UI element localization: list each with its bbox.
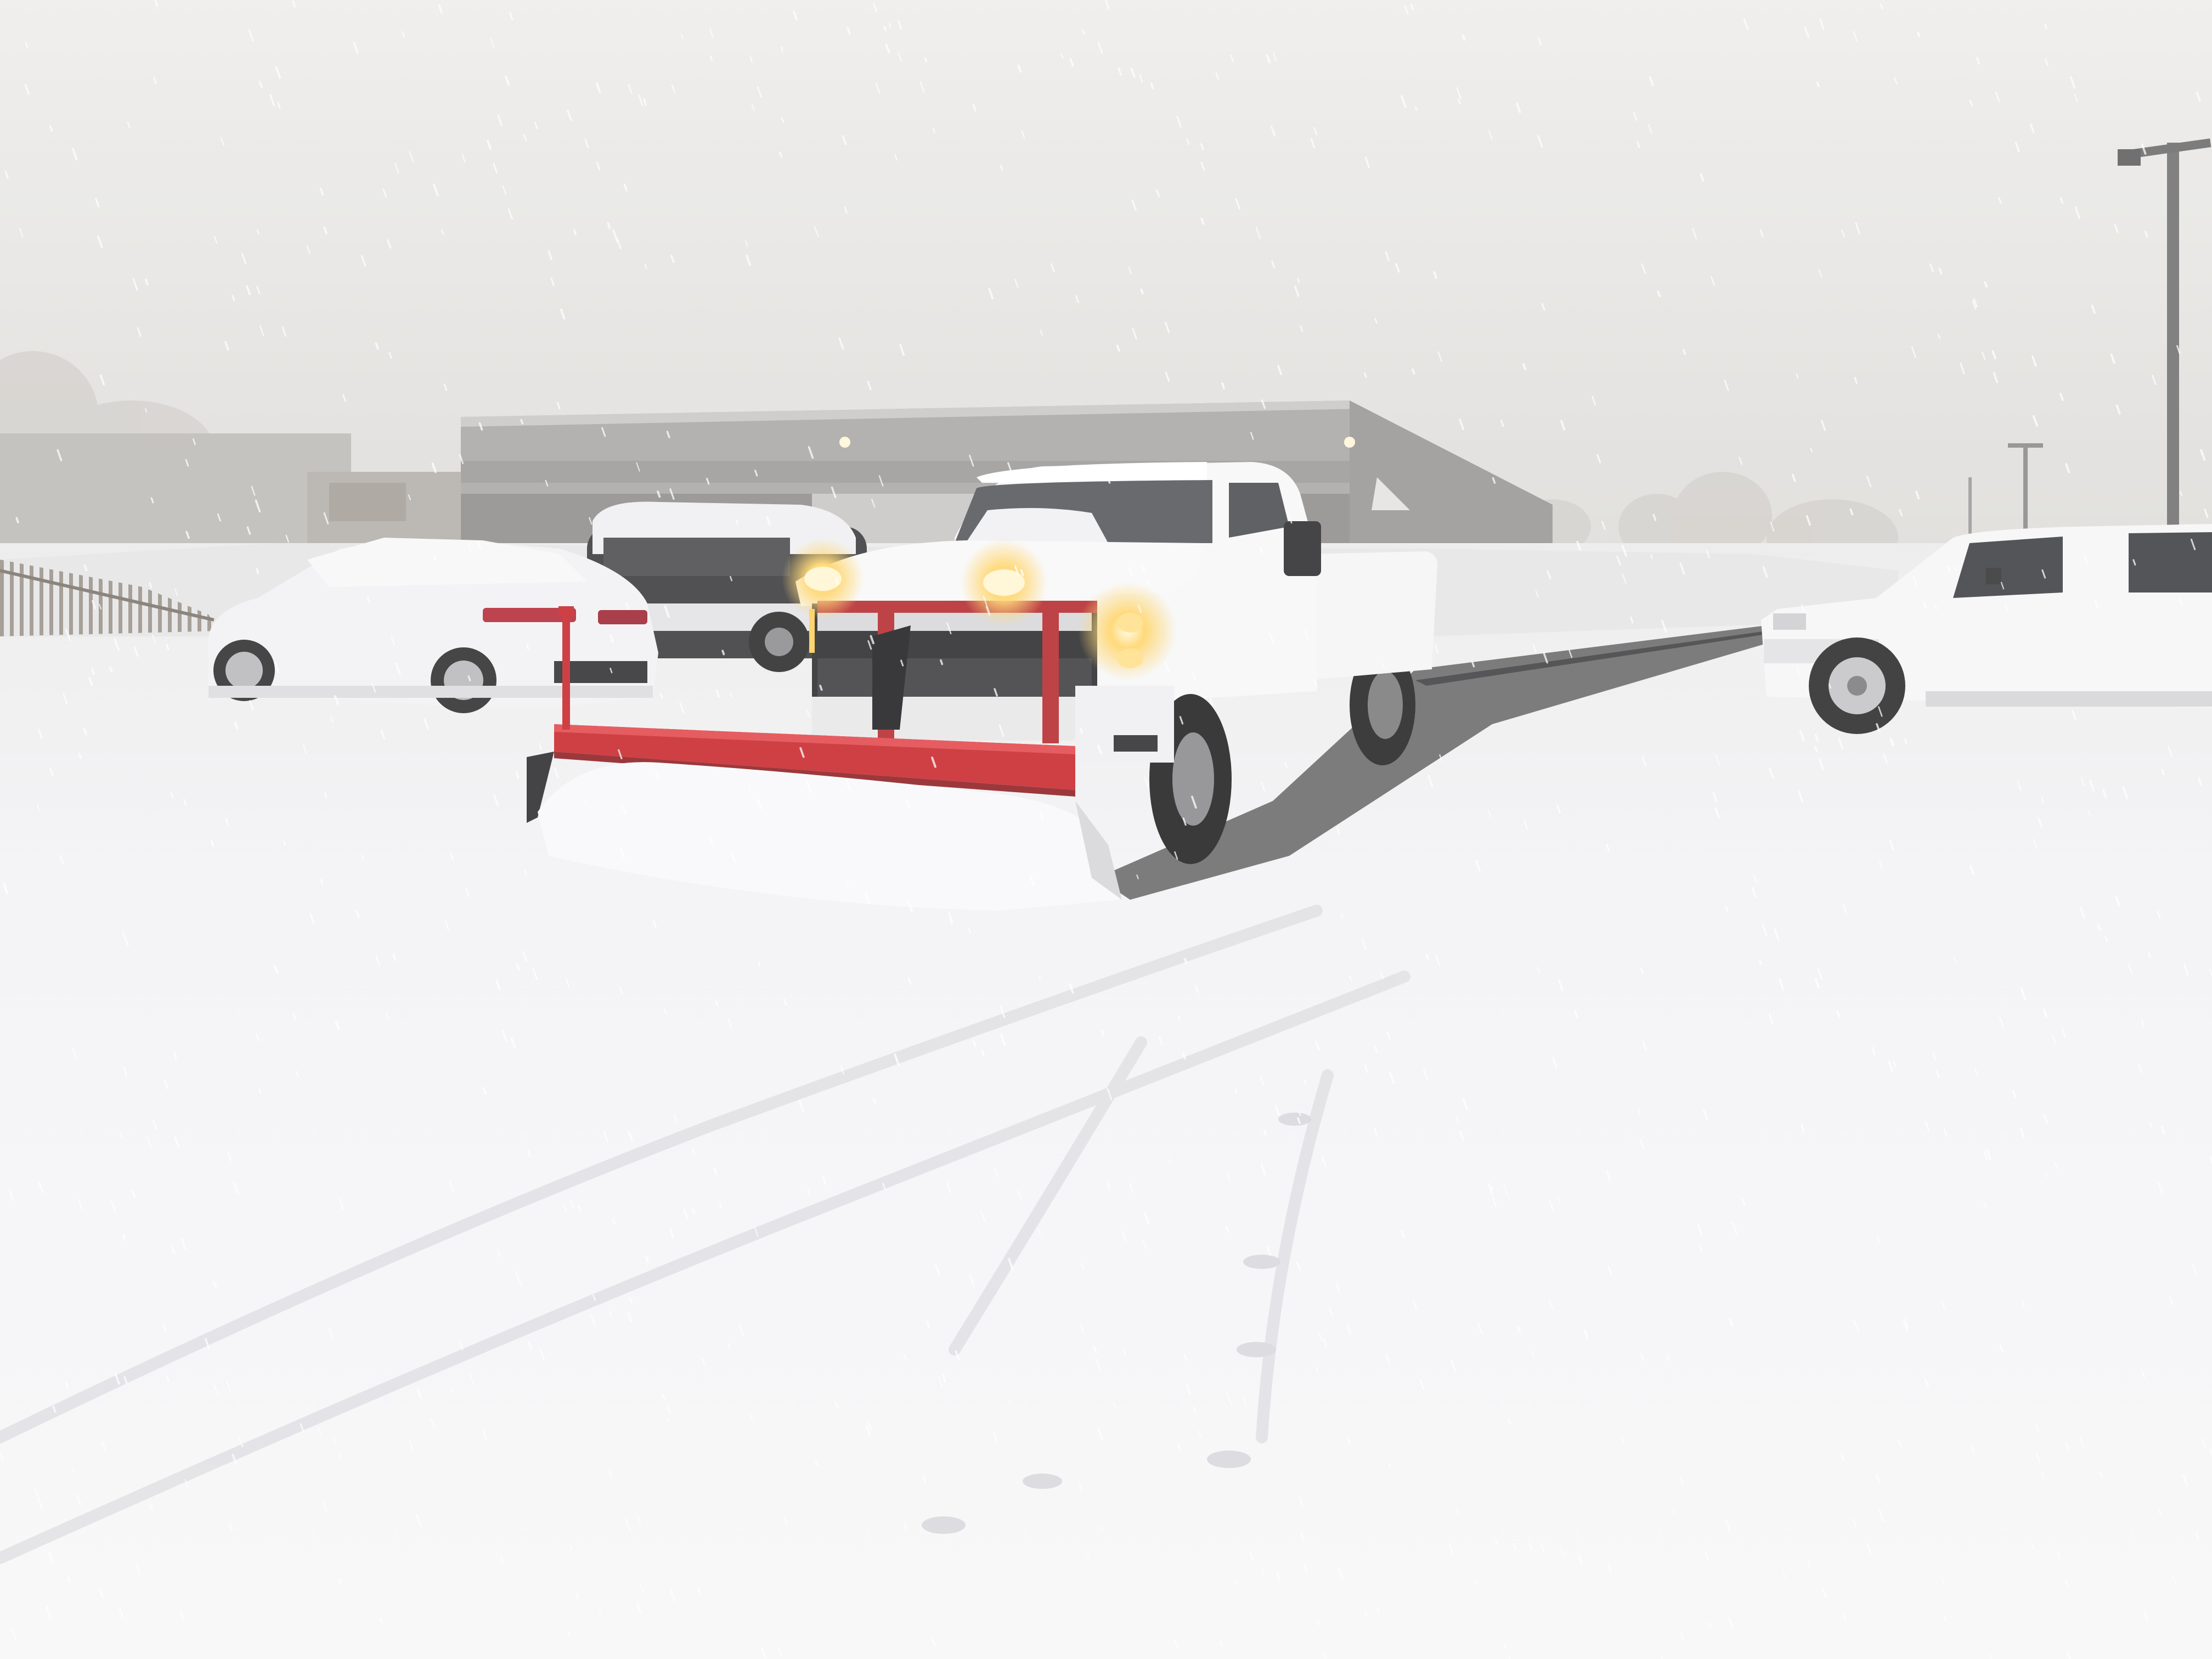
snow-haze — [0, 0, 2212, 1659]
photo-scene — [0, 0, 2212, 1659]
snow-plow-photo — [0, 0, 2212, 1659]
